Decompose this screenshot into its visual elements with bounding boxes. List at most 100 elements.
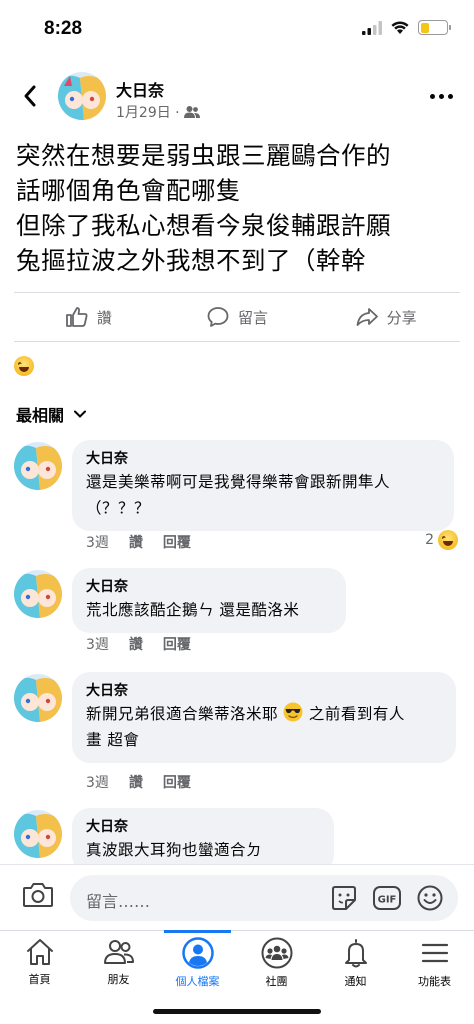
groups-icon bbox=[261, 937, 292, 969]
comment-item: 大日奈 荒北應該酷企鵝ㄣ 還是酷洛米 3週 讚 回覆 bbox=[0, 568, 474, 658]
comment-time: 3週 bbox=[86, 535, 109, 551]
more-dot bbox=[429, 93, 435, 99]
sticker-icon[interactable] bbox=[330, 884, 358, 912]
wifi-icon bbox=[391, 21, 409, 34]
comment-like-button[interactable]: 讚 bbox=[129, 634, 143, 654]
comment-bubble[interactable]: 大日奈 真波跟大耳狗也蠻適合ㄉ bbox=[72, 808, 334, 864]
gif-icon[interactable]: GIF bbox=[372, 884, 402, 912]
camera-button[interactable] bbox=[22, 881, 54, 913]
chevron-left-icon bbox=[24, 85, 36, 107]
avatar-image bbox=[58, 72, 106, 120]
comment-avatar[interactable] bbox=[14, 570, 62, 618]
avatar-image bbox=[14, 810, 62, 858]
comment-item: 大日奈 真波跟大耳狗也蠻適合ㄉ bbox=[0, 808, 474, 864]
comment-text-line: 新開兄弟很適合樂蒂洛米耶 之前看到有人 bbox=[86, 701, 442, 727]
status-icons bbox=[362, 20, 451, 35]
speech-bubble-icon bbox=[207, 307, 229, 327]
post-text-line: 突然在想要是弱虫跟三麗鷗合作的 bbox=[16, 141, 391, 170]
comment-time: 3週 bbox=[86, 637, 109, 653]
camera-icon bbox=[23, 883, 53, 907]
like-button[interactable]: 讚 bbox=[14, 293, 163, 341]
tab-home[interactable]: 首頁 bbox=[0, 931, 79, 1024]
author-name[interactable]: 大日奈 bbox=[116, 77, 164, 101]
home-indicator[interactable] bbox=[153, 1009, 321, 1014]
post-text-line: 但除了我私心想看今泉俊輔跟許願 bbox=[16, 211, 391, 240]
bell-icon bbox=[344, 939, 367, 968]
post-date: 1月29日 · bbox=[116, 105, 180, 121]
comment-meta: 3週 讚 回覆 bbox=[86, 532, 191, 552]
tab-label: 社團 bbox=[265, 975, 288, 988]
comment-reply-button[interactable]: 回覆 bbox=[163, 634, 191, 654]
share-arrow-icon bbox=[356, 308, 378, 326]
share-button[interactable]: 分享 bbox=[311, 293, 460, 341]
post-action-bar: 讚 留言 分享 bbox=[14, 292, 460, 342]
comment-bubble[interactable]: 大日奈 荒北應該酷企鵝ㄣ 還是酷洛米 bbox=[72, 568, 346, 633]
comment-text-segment: 新開兄弟很適合樂蒂洛米耶 bbox=[86, 705, 279, 723]
comment-avatar[interactable] bbox=[14, 810, 62, 858]
comment-text-line: 畫 超會 bbox=[86, 731, 140, 749]
comment-author[interactable]: 大日奈 bbox=[86, 449, 440, 469]
comment-sort-dropdown[interactable]: 最相關 bbox=[16, 402, 87, 426]
comment-input-placeholder: 留言…… bbox=[86, 892, 151, 911]
gif-label: GIF bbox=[378, 895, 397, 906]
reaction-count-text: 2 bbox=[425, 532, 434, 548]
comment-item: 大日奈 新開兄弟很適合樂蒂洛米耶 之前看到有人 畫 超會 3週 讚 回覆 bbox=[0, 672, 474, 796]
comment-avatar[interactable] bbox=[14, 674, 62, 722]
haha-reaction-icon bbox=[14, 356, 34, 376]
tab-label: 首頁 bbox=[28, 973, 51, 986]
back-button[interactable] bbox=[16, 82, 44, 110]
more-options-button[interactable] bbox=[426, 82, 456, 110]
home-icon bbox=[26, 939, 53, 965]
comment-like-button[interactable]: 讚 bbox=[129, 772, 143, 792]
tab-label: 朋友 bbox=[107, 973, 130, 986]
comment-author[interactable]: 大日奈 bbox=[86, 681, 442, 701]
comment-reaction-count[interactable]: 2 bbox=[425, 530, 458, 550]
profile-icon bbox=[181, 937, 214, 969]
avatar-image bbox=[14, 442, 62, 490]
comment-author[interactable]: 大日奈 bbox=[86, 817, 320, 837]
post-header: 大日奈 1月29日 · bbox=[0, 68, 474, 126]
status-time: 8:28 bbox=[44, 18, 83, 39]
friends-icon bbox=[183, 106, 200, 118]
chevron-down-icon bbox=[74, 410, 87, 418]
comment-text-line: 還是美樂蒂啊可是我覺得樂蒂會跟新開隼人 bbox=[86, 473, 391, 491]
avatar-image bbox=[14, 674, 62, 722]
comment-text-line: 荒北應該酷企鵝ㄣ 還是酷洛米 bbox=[86, 601, 300, 619]
bottom-tab-bar: 首頁 朋友 個人檔案 社團 通知 功能表 bbox=[0, 930, 474, 1024]
comment-time: 3週 bbox=[86, 775, 109, 791]
sunglasses-emoji-icon bbox=[283, 702, 303, 722]
comment-text-line: （？？？ bbox=[86, 499, 151, 517]
comment-input[interactable]: 留言…… GIF bbox=[70, 875, 458, 921]
comment-reply-button[interactable]: 回覆 bbox=[163, 532, 191, 552]
comment-text-segment: 之前看到有人 bbox=[308, 705, 405, 723]
comment-label: 留言 bbox=[238, 308, 269, 327]
composer-tools: GIF bbox=[330, 884, 444, 912]
post-text-line: 兔摳拉波之外我想不到了（幹幹 bbox=[16, 246, 366, 275]
battery-icon bbox=[418, 20, 451, 35]
comment-bubble[interactable]: 大日奈 新開兄弟很適合樂蒂洛米耶 之前看到有人 畫 超會 bbox=[72, 672, 456, 763]
share-label: 分享 bbox=[386, 308, 417, 327]
comment-author[interactable]: 大日奈 bbox=[86, 577, 332, 597]
comment-reply-button[interactable]: 回覆 bbox=[163, 772, 191, 792]
comment-like-button[interactable]: 讚 bbox=[129, 532, 143, 552]
comment-avatar[interactable] bbox=[14, 442, 62, 490]
sort-label: 最相關 bbox=[16, 406, 65, 425]
comment-text-line: 真波跟大耳狗也蠻適合ㄉ bbox=[86, 841, 263, 859]
tab-notifications[interactable]: 通知 bbox=[316, 931, 395, 1024]
comment-button[interactable]: 留言 bbox=[163, 293, 312, 341]
like-label: 讚 bbox=[96, 308, 112, 327]
tab-friends[interactable]: 朋友 bbox=[79, 931, 158, 1024]
emoji-icon[interactable] bbox=[416, 884, 444, 912]
comment-item: 大日奈 還是美樂蒂啊可是我覺得樂蒂會跟新開隼人 （？？？ 3週 讚 回覆 2 bbox=[0, 440, 474, 560]
battery-level bbox=[420, 22, 430, 33]
tab-label: 通知 bbox=[344, 975, 367, 988]
more-dot bbox=[438, 93, 444, 99]
post-text-line: 話哪個角色會配哪隻 bbox=[16, 176, 241, 205]
tab-label: 個人檔案 bbox=[175, 975, 220, 988]
reaction-summary[interactable] bbox=[14, 356, 34, 380]
comment-bubble[interactable]: 大日奈 還是美樂蒂啊可是我覺得樂蒂會跟新開隼人 （？？？ bbox=[72, 440, 454, 531]
comment-composer: 留言…… GIF bbox=[0, 864, 474, 930]
comment-meta: 3週 讚 回覆 bbox=[86, 772, 191, 792]
author-avatar[interactable] bbox=[58, 72, 106, 120]
tab-menu[interactable]: 功能表 bbox=[395, 931, 474, 1024]
